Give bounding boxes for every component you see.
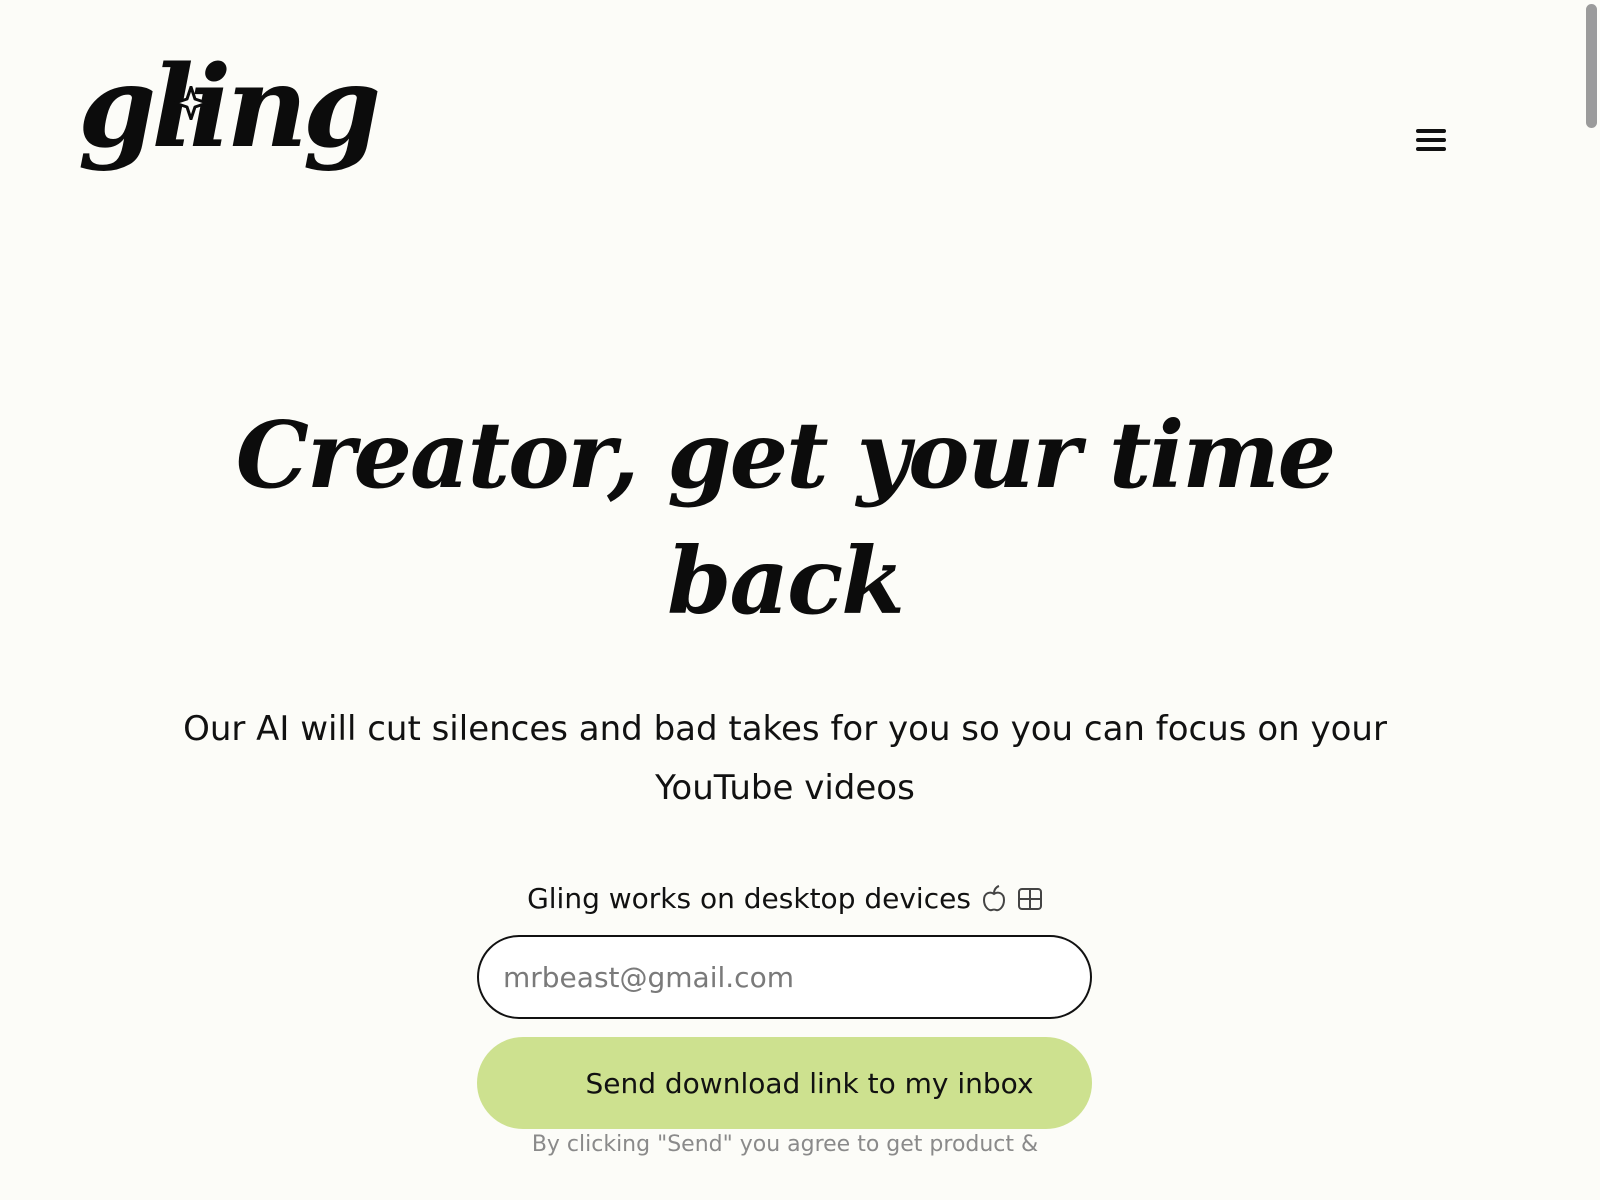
windows-icon xyxy=(1017,887,1042,910)
menu-button[interactable] xyxy=(1410,124,1452,156)
send-download-link-button[interactable]: Send download link to my inbox xyxy=(477,1037,1092,1129)
email-input[interactable] xyxy=(477,935,1092,1019)
desktop-note-text: Gling works on desktop devices xyxy=(527,882,971,915)
scrollbar[interactable] xyxy=(1580,0,1600,1200)
hero-subtitle: Our AI will cut silences and bad takes f… xyxy=(183,709,1387,808)
consent-text: By clicking "Send" you agree to get prod… xyxy=(531,1132,1039,1157)
scrollbar-thumb[interactable] xyxy=(1586,4,1597,128)
hamburger-menu-icon xyxy=(1416,129,1446,151)
sparkle-icon xyxy=(174,86,208,120)
apple-icon xyxy=(982,884,1005,911)
hero-title: Creator, get your time back xyxy=(235,401,1336,635)
desktop-devices-note: Gling works on desktop devices xyxy=(480,882,1090,915)
gling-logo[interactable]: gling xyxy=(78,52,381,164)
